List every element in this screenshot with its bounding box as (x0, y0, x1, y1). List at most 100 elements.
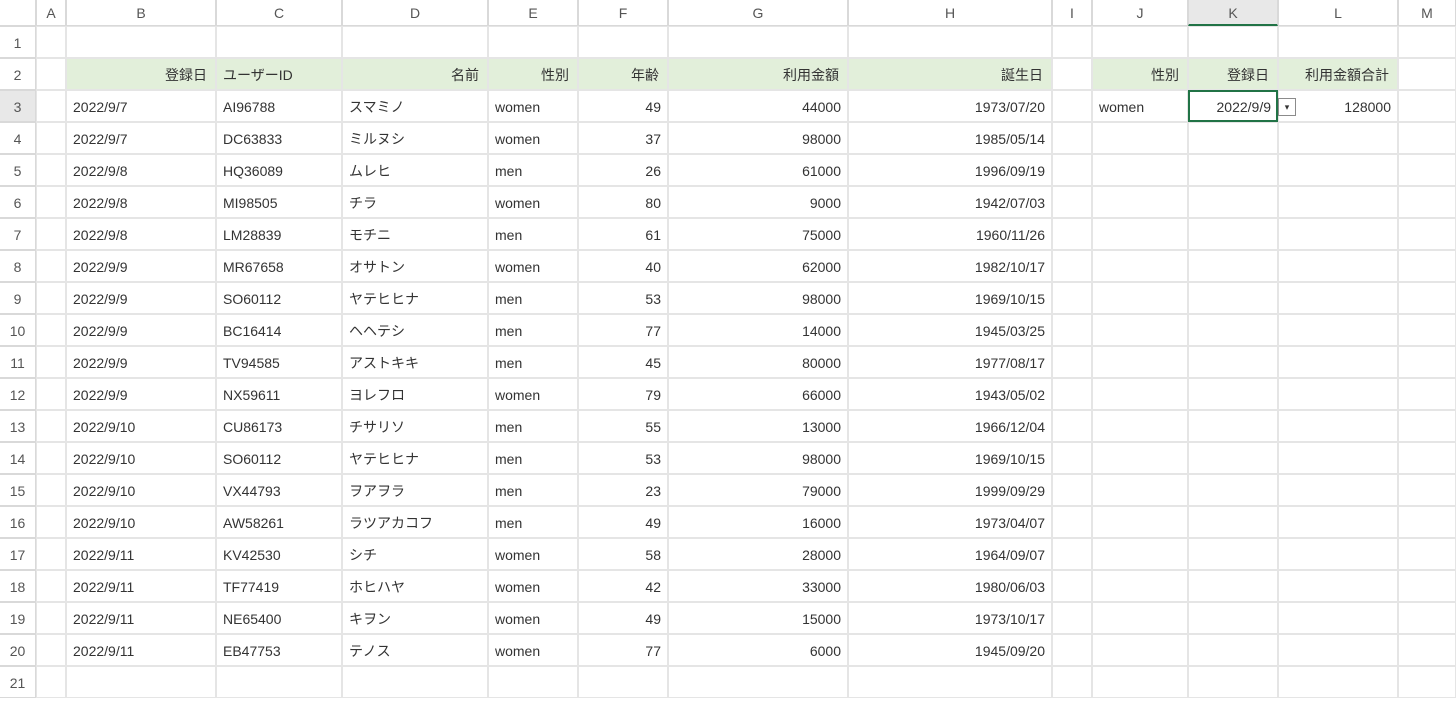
cell-L17[interactable] (1278, 538, 1398, 570)
cell-I12[interactable] (1052, 378, 1092, 410)
cell-K4[interactable] (1188, 122, 1278, 154)
cell-F19[interactable]: 49 (578, 602, 668, 634)
col-header-H[interactable]: H (848, 0, 1052, 26)
cell-M12[interactable] (1398, 378, 1456, 410)
cell-F9[interactable]: 53 (578, 282, 668, 314)
cell-E6[interactable]: women (488, 186, 578, 218)
cell-F17[interactable]: 58 (578, 538, 668, 570)
cell-H16[interactable]: 1973/04/07 (848, 506, 1052, 538)
cell-L4[interactable] (1278, 122, 1398, 154)
cell-J9[interactable] (1092, 282, 1188, 314)
cell-K12[interactable] (1188, 378, 1278, 410)
cell-I20[interactable] (1052, 634, 1092, 666)
cell-K9[interactable] (1188, 282, 1278, 314)
cell-C3[interactable]: AI96788 (216, 90, 342, 122)
cell-G16[interactable]: 16000 (668, 506, 848, 538)
cell-I1[interactable] (1052, 26, 1092, 58)
cell-A4[interactable] (36, 122, 66, 154)
cell-C14[interactable]: SO60112 (216, 442, 342, 474)
cell-D6[interactable]: チラ (342, 186, 488, 218)
row-header-1[interactable]: 1 (0, 26, 36, 58)
cell-D5[interactable]: ムレヒ (342, 154, 488, 186)
cell-D13[interactable]: チサリソ (342, 410, 488, 442)
cell-F2[interactable]: 年齢 (578, 58, 668, 90)
cell-C19[interactable]: NE65400 (216, 602, 342, 634)
cell-A11[interactable] (36, 346, 66, 378)
cell-H1[interactable] (848, 26, 1052, 58)
cell-F15[interactable]: 23 (578, 474, 668, 506)
cell-J13[interactable] (1092, 410, 1188, 442)
cell-B11[interactable]: 2022/9/9 (66, 346, 216, 378)
cell-B6[interactable]: 2022/9/8 (66, 186, 216, 218)
cell-D8[interactable]: オサトン (342, 250, 488, 282)
cell-J20[interactable] (1092, 634, 1188, 666)
cell-A17[interactable] (36, 538, 66, 570)
cell-B15[interactable]: 2022/9/10 (66, 474, 216, 506)
col-header-M[interactable]: M (1398, 0, 1456, 26)
cell-E1[interactable] (488, 26, 578, 58)
cell-D12[interactable]: ヨレフロ (342, 378, 488, 410)
cell-C17[interactable]: KV42530 (216, 538, 342, 570)
cell-D2[interactable]: 名前 (342, 58, 488, 90)
cell-G13[interactable]: 13000 (668, 410, 848, 442)
cell-K16[interactable] (1188, 506, 1278, 538)
cell-A19[interactable] (36, 602, 66, 634)
cell-E13[interactable]: men (488, 410, 578, 442)
cell-H8[interactable]: 1982/10/17 (848, 250, 1052, 282)
cell-M13[interactable] (1398, 410, 1456, 442)
cell-B5[interactable]: 2022/9/8 (66, 154, 216, 186)
cell-B10[interactable]: 2022/9/9 (66, 314, 216, 346)
cell-M1[interactable] (1398, 26, 1456, 58)
cell-I19[interactable] (1052, 602, 1092, 634)
cell-H14[interactable]: 1969/10/15 (848, 442, 1052, 474)
cell-C9[interactable]: SO60112 (216, 282, 342, 314)
cell-D14[interactable]: ヤテヒヒナ (342, 442, 488, 474)
cell-I17[interactable] (1052, 538, 1092, 570)
cell-J7[interactable] (1092, 218, 1188, 250)
cell-I9[interactable] (1052, 282, 1092, 314)
cell-M19[interactable] (1398, 602, 1456, 634)
cell-A16[interactable] (36, 506, 66, 538)
cell-A15[interactable] (36, 474, 66, 506)
cell-A21[interactable] (36, 666, 66, 698)
cell-L8[interactable] (1278, 250, 1398, 282)
cell-A2[interactable] (36, 58, 66, 90)
cell-J19[interactable] (1092, 602, 1188, 634)
cell-G15[interactable]: 79000 (668, 474, 848, 506)
cell-L2[interactable]: 利用金額合計 (1278, 58, 1398, 90)
cell-C7[interactable]: LM28839 (216, 218, 342, 250)
row-header-5[interactable]: 5 (0, 154, 36, 186)
cell-C5[interactable]: HQ36089 (216, 154, 342, 186)
cell-C16[interactable]: AW58261 (216, 506, 342, 538)
cell-J5[interactable] (1092, 154, 1188, 186)
cell-I10[interactable] (1052, 314, 1092, 346)
cell-J12[interactable] (1092, 378, 1188, 410)
cell-H2[interactable]: 誕生日 (848, 58, 1052, 90)
cell-C20[interactable]: EB47753 (216, 634, 342, 666)
cell-I3[interactable] (1052, 90, 1092, 122)
cell-E14[interactable]: men (488, 442, 578, 474)
cell-K2[interactable]: 登録日 (1188, 58, 1278, 90)
cell-D19[interactable]: キヲン (342, 602, 488, 634)
cell-K17[interactable] (1188, 538, 1278, 570)
cell-L9[interactable] (1278, 282, 1398, 314)
cell-H20[interactable]: 1945/09/20 (848, 634, 1052, 666)
cell-C2[interactable]: ユーザーID (216, 58, 342, 90)
cell-M8[interactable] (1398, 250, 1456, 282)
row-header-2[interactable]: 2 (0, 58, 36, 90)
cell-B9[interactable]: 2022/9/9 (66, 282, 216, 314)
row-header-11[interactable]: 11 (0, 346, 36, 378)
cell-J4[interactable] (1092, 122, 1188, 154)
cell-E11[interactable]: men (488, 346, 578, 378)
cell-B21[interactable] (66, 666, 216, 698)
cell-E20[interactable]: women (488, 634, 578, 666)
cell-E17[interactable]: women (488, 538, 578, 570)
col-header-B[interactable]: B (66, 0, 216, 26)
cell-G21[interactable] (668, 666, 848, 698)
cell-A20[interactable] (36, 634, 66, 666)
cell-B8[interactable]: 2022/9/9 (66, 250, 216, 282)
cell-K10[interactable] (1188, 314, 1278, 346)
cell-E4[interactable]: women (488, 122, 578, 154)
row-header-10[interactable]: 10 (0, 314, 36, 346)
cell-M4[interactable] (1398, 122, 1456, 154)
